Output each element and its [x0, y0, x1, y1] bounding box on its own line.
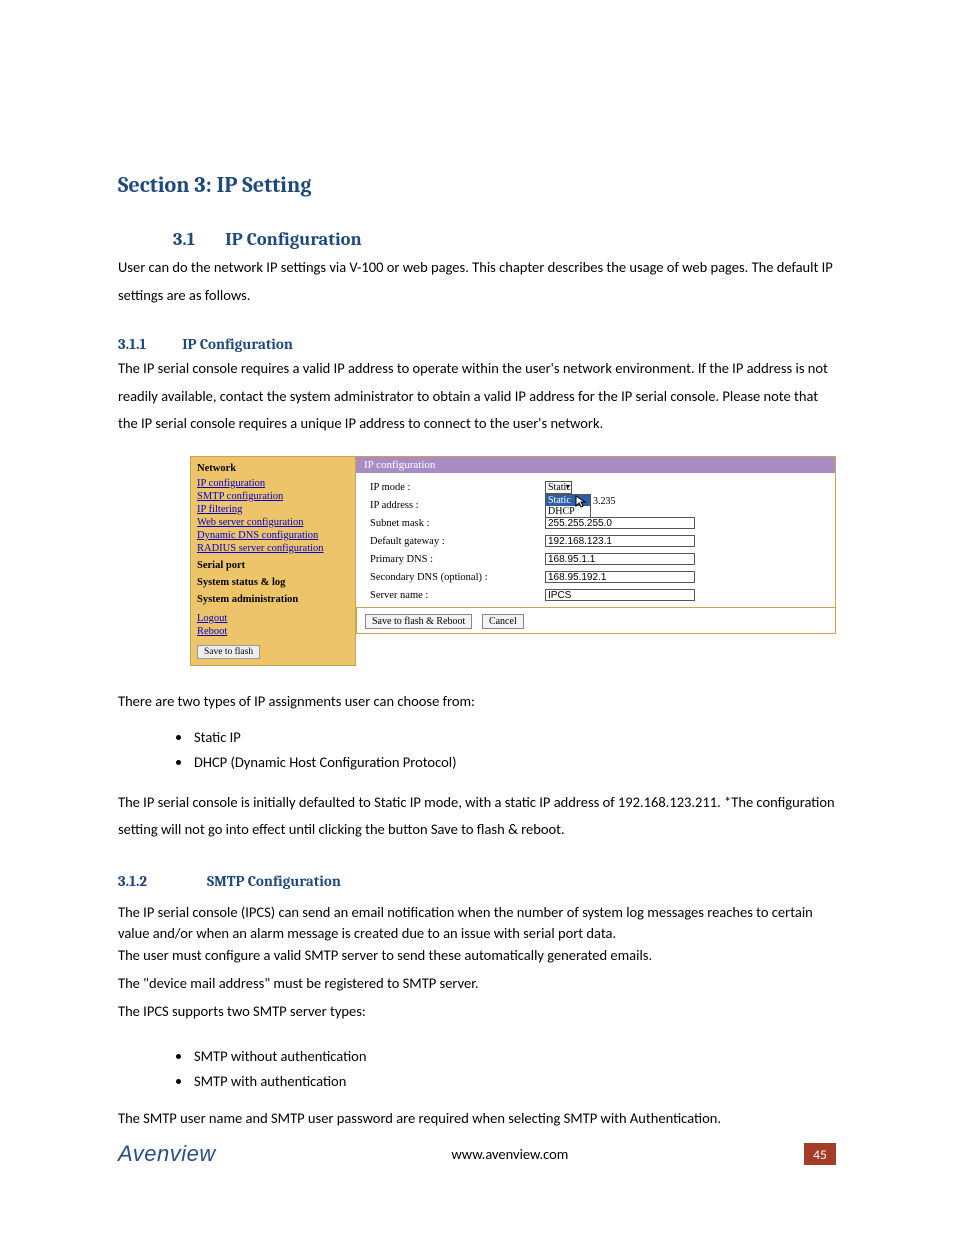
h3-text: IP Configuration: [182, 335, 293, 353]
smtp-types-list: SMTP without authentication SMTP with au…: [118, 1044, 836, 1093]
primary-dns-input[interactable]: [545, 553, 695, 565]
embedded-ui-screenshot: Network IP configuration SMTP configurat…: [190, 456, 836, 666]
list-item: SMTP without authentication: [192, 1044, 836, 1069]
ip-types-list: Static IP DHCP (Dynamic Host Configurati…: [118, 725, 836, 774]
sidebar-link-smtp-configuration[interactable]: SMTP configuration: [197, 491, 349, 502]
sidebar-link-reboot[interactable]: Reboot: [197, 626, 349, 637]
paragraph-smtp-4: The SMTP user name and SMTP user passwor…: [118, 1108, 836, 1130]
paragraph-intro: User can do the network IP settings via …: [118, 254, 836, 309]
sidebar-link-ip-filtering[interactable]: IP filtering: [197, 504, 349, 515]
h2-number: 3.1: [173, 228, 195, 250]
sidebar-link-web-server-configuration[interactable]: Web server configuration: [197, 517, 349, 528]
paragraph-smtp-3: The IPCS supports two SMTP server types:: [118, 1001, 836, 1023]
list-item: DHCP (Dynamic Host Configuration Protoco…: [192, 750, 836, 775]
label-secondary-dns: Secondary DNS (optional) :: [370, 572, 545, 583]
label-primary-dns: Primary DNS :: [370, 554, 545, 565]
sidebar-link-ip-configuration[interactable]: IP configuration: [197, 478, 349, 489]
mouse-cursor-icon: [575, 495, 587, 509]
heading-3-1-2: 3.1.2 SMTP Configuration: [118, 872, 836, 890]
h3-number: 3.1.2: [118, 872, 147, 890]
list-item: SMTP with authentication: [192, 1069, 836, 1094]
h3-text: SMTP Configuration: [207, 872, 341, 890]
paragraph-default-note: The IP serial console is initially defau…: [118, 789, 836, 844]
heading-3-1: 3.1 IP Configuration: [173, 228, 836, 250]
sidebar-panel: Network IP configuration SMTP configurat…: [190, 456, 356, 666]
paragraph-ip-types-intro: There are two types of IP assignments us…: [118, 688, 836, 716]
h3-number: 3.1.1: [118, 335, 146, 353]
avenview-logo: Avenview: [118, 1141, 216, 1167]
sidebar-section-serial-port[interactable]: Serial port: [197, 560, 349, 571]
paragraph-smtp-1a: The IP serial console (IPCS) can send an…: [118, 902, 836, 946]
secondary-dns-input[interactable]: [545, 571, 695, 583]
label-ip-mode: IP mode :: [370, 482, 545, 493]
panel-title: IP configuration: [356, 457, 835, 473]
server-name-input[interactable]: [545, 589, 695, 601]
ip-address-tail-text: 3.235: [593, 496, 616, 507]
save-to-flash-button[interactable]: Save to flash: [197, 645, 260, 659]
list-item: Static IP: [192, 725, 836, 750]
paragraph-ipconf: The IP serial console requires a valid I…: [118, 355, 836, 438]
sidebar-heading-network: Network: [197, 463, 349, 474]
label-default-gateway: Default gateway :: [370, 536, 545, 547]
sidebar-link-radius-server-configuration[interactable]: RADIUS server configuration: [197, 543, 349, 554]
page-number: 45: [804, 1143, 836, 1165]
section-heading-h1: Section 3: IP Setting: [118, 172, 836, 198]
footer-url: www.avenview.com: [216, 1145, 804, 1163]
label-server-name: Server name :: [370, 590, 545, 601]
subnet-mask-input[interactable]: [545, 517, 695, 529]
paragraph-smtp-2: The "device mail address" must be regist…: [118, 973, 836, 995]
sidebar-link-dynamic-dns-configuration[interactable]: Dynamic DNS configuration: [197, 530, 349, 541]
heading-3-1-1: 3.1.1 IP Configuration: [118, 335, 836, 353]
cancel-button[interactable]: Cancel: [482, 614, 524, 629]
label-ip-address: IP address :: [370, 500, 545, 511]
sidebar-section-system-status-log[interactable]: System status & log: [197, 577, 349, 588]
sidebar-section-system-administration[interactable]: System administration: [197, 594, 349, 605]
paragraph-smtp-1b: The user must configure a valid SMTP ser…: [118, 945, 836, 967]
default-gateway-input[interactable]: [545, 535, 695, 547]
label-subnet-mask: Subnet mask :: [370, 518, 545, 529]
save-reboot-button[interactable]: Save to flash & Reboot: [365, 614, 472, 629]
ip-mode-select[interactable]: Static ▾ Static DHCP: [545, 481, 572, 494]
sidebar-link-logout[interactable]: Logout: [197, 613, 349, 624]
h2-text: IP Configuration: [225, 228, 362, 250]
